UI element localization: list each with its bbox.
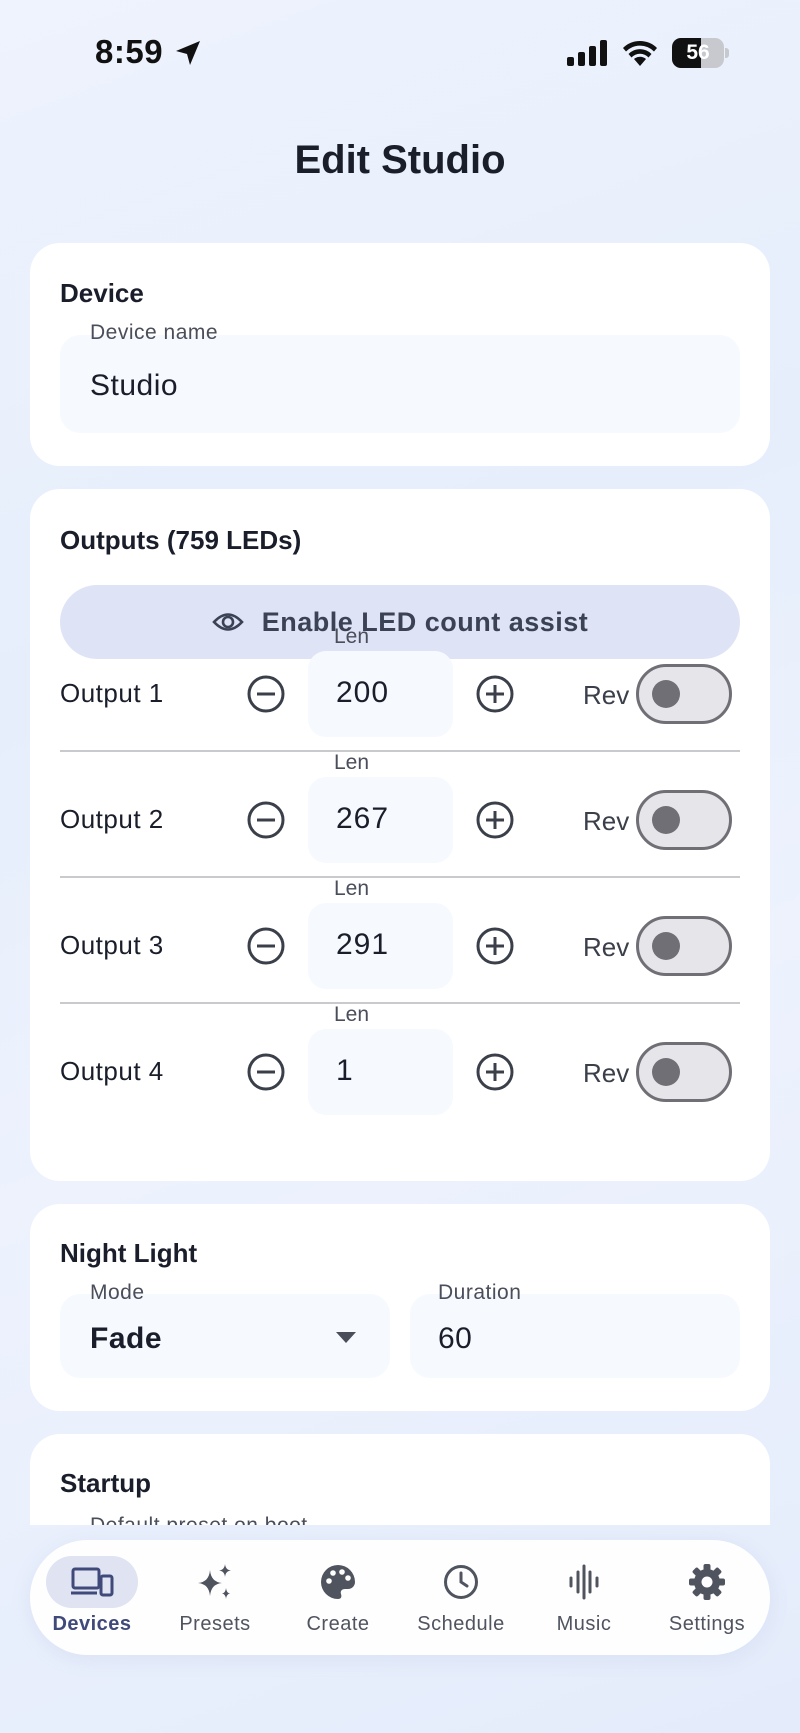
length-label: Len bbox=[334, 1003, 370, 1026]
duration-label: Duration bbox=[438, 1281, 522, 1304]
duration-value: 60 bbox=[438, 1322, 473, 1355]
increment-length-icon[interactable] bbox=[475, 800, 515, 840]
output-label: Output 2 bbox=[60, 804, 164, 834]
dropdown-arrow-icon bbox=[336, 1332, 356, 1343]
length-input[interactable] bbox=[308, 1029, 453, 1115]
device-name-value: Studio bbox=[90, 369, 179, 402]
default-preset-label: Default preset on boot bbox=[90, 1514, 308, 1525]
length-value: 291 bbox=[336, 928, 390, 961]
night-light-section-title: Night Light bbox=[60, 1238, 198, 1268]
reverse-label: Rev bbox=[583, 680, 630, 710]
palette-icon bbox=[321, 1565, 355, 1599]
outputs-section-title: Outputs (759 LEDs) bbox=[60, 525, 302, 555]
toggle-knob bbox=[652, 1058, 680, 1086]
length-value: 200 bbox=[336, 676, 390, 709]
decrement-length-icon[interactable] bbox=[246, 800, 286, 840]
nav-music[interactable]: Music bbox=[522, 1540, 646, 1655]
nav-settings[interactable]: Settings bbox=[645, 1540, 769, 1655]
reverse-label: Rev bbox=[583, 932, 630, 962]
output-label: Output 3 bbox=[60, 930, 164, 960]
reverse-toggle[interactable] bbox=[636, 1042, 732, 1102]
nav-create[interactable]: Create bbox=[276, 1540, 400, 1655]
mode-label: Mode bbox=[90, 1281, 145, 1304]
nav-settings-label: Settings bbox=[668, 1613, 746, 1635]
cellular-signal-icon bbox=[567, 40, 607, 66]
devices-icon bbox=[71, 1567, 114, 1597]
increment-length-icon[interactable] bbox=[475, 674, 515, 714]
length-label: Len bbox=[334, 625, 370, 648]
nav-presets[interactable]: Presets bbox=[153, 1540, 277, 1655]
output-label: Output 4 bbox=[60, 1056, 164, 1086]
toggle-knob bbox=[652, 680, 680, 708]
device-name-field[interactable]: Device name Studio bbox=[60, 321, 740, 433]
battery-icon: 56 bbox=[672, 38, 729, 68]
gear-icon bbox=[689, 1564, 725, 1600]
length-label: Len bbox=[334, 751, 370, 774]
output-row: Output 4 Len 1 Rev bbox=[30, 1003, 770, 1129]
output-row: Output 1 Len 200 Rev bbox=[30, 625, 770, 751]
battery-level: 56 bbox=[686, 41, 710, 64]
reverse-toggle[interactable] bbox=[636, 916, 732, 976]
length-label: Len bbox=[334, 877, 370, 900]
waveform-icon bbox=[569, 1564, 599, 1600]
output-row: Output 2 Len 267 Rev bbox=[30, 751, 770, 877]
reverse-label: Rev bbox=[583, 1058, 630, 1088]
length-value: 1 bbox=[336, 1054, 354, 1087]
night-light-card: Night Light Mode Fade Duration 60 bbox=[30, 1204, 770, 1411]
reverse-label: Rev bbox=[583, 806, 630, 836]
startup-section-title: Startup bbox=[60, 1468, 151, 1498]
reverse-toggle[interactable] bbox=[636, 790, 732, 850]
device-name-label: Device name bbox=[90, 321, 219, 344]
nav-devices[interactable]: Devices bbox=[30, 1540, 154, 1655]
status-bar: 8:59 56 bbox=[0, 0, 800, 110]
page-title: Edit Studio bbox=[294, 138, 506, 182]
mode-dropdown[interactable]: Mode Fade bbox=[60, 1281, 390, 1378]
location-arrow-icon bbox=[176, 41, 200, 65]
nav-create-label: Create bbox=[306, 1613, 370, 1635]
reverse-toggle[interactable] bbox=[636, 664, 732, 724]
output-label: Output 1 bbox=[60, 678, 164, 708]
device-section-title: Device bbox=[60, 278, 144, 308]
wifi-icon bbox=[623, 40, 657, 66]
clock-icon bbox=[444, 1565, 478, 1599]
nav-devices-label: Devices bbox=[52, 1613, 132, 1635]
outputs-card: Outputs (759 LEDs) Enable LED count assi… bbox=[30, 489, 770, 1181]
nav-schedule[interactable]: Schedule bbox=[399, 1540, 523, 1655]
toggle-knob bbox=[652, 932, 680, 960]
nav-music-label: Music bbox=[556, 1613, 612, 1635]
decrement-length-icon[interactable] bbox=[246, 1052, 286, 1092]
sparkles-icon bbox=[198, 1564, 231, 1599]
duration-field[interactable]: Duration 60 bbox=[410, 1281, 740, 1378]
decrement-length-icon[interactable] bbox=[246, 926, 286, 966]
increment-length-icon[interactable] bbox=[475, 1052, 515, 1092]
toggle-knob bbox=[652, 806, 680, 834]
decrement-length-icon[interactable] bbox=[246, 674, 286, 714]
output-row: Output 3 Len 291 Rev bbox=[30, 877, 770, 1003]
status-time: 8:59 bbox=[95, 33, 164, 70]
nav-presets-label: Presets bbox=[179, 1613, 251, 1635]
increment-length-icon[interactable] bbox=[475, 926, 515, 966]
bottom-navigation: Devices Presets Create Schedule Music Se… bbox=[30, 1540, 770, 1655]
device-card: Device Device name Studio bbox=[30, 243, 770, 466]
nav-schedule-label: Schedule bbox=[417, 1613, 505, 1635]
mode-value: Fade bbox=[90, 1322, 163, 1355]
length-value: 267 bbox=[336, 802, 390, 835]
startup-card: Startup Default preset on boot bbox=[30, 1434, 770, 1525]
